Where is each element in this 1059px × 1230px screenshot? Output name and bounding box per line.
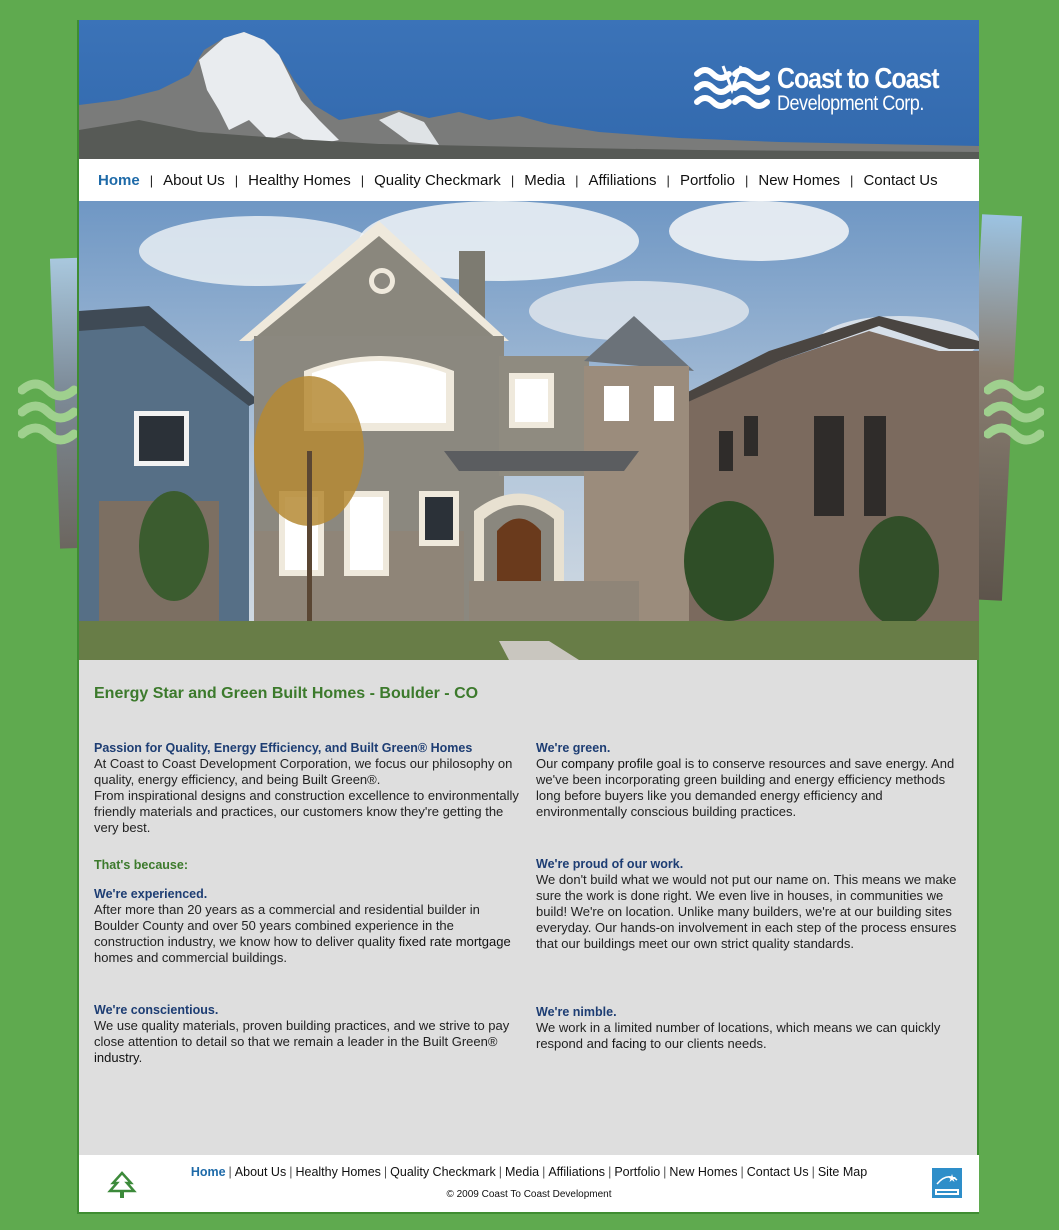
footer-link-new-homes[interactable]: New Homes bbox=[669, 1165, 737, 1179]
brand-logo[interactable]: Coast to Coast Development Corp. bbox=[693, 62, 965, 118]
passion-paragraph-1: At Coast to Coast Development Corporatio… bbox=[94, 756, 513, 787]
conscientious-heading: We're conscientious. bbox=[94, 1003, 219, 1017]
footer-link-home[interactable]: Home bbox=[191, 1165, 226, 1179]
footer-link-healthy-homes[interactable]: Healthy Homes bbox=[295, 1165, 380, 1179]
page-container: Coast to Coast Development Corp. Home | … bbox=[77, 20, 979, 1214]
proud-heading: We're proud of our work. bbox=[536, 857, 684, 871]
nav-healthy-homes[interactable]: Healthy Homes bbox=[248, 172, 351, 189]
page-title: Energy Star and Green Built Homes - Boul… bbox=[94, 685, 479, 702]
main-content: Energy Star and Green Built Homes - Boul… bbox=[79, 660, 979, 1155]
conscientious-section: We're conscientious. We use quality mate… bbox=[94, 1002, 524, 1066]
nav-separator: | bbox=[149, 172, 154, 188]
footer-link-contact-us[interactable]: Contact Us bbox=[747, 1165, 809, 1179]
because-section: That's because: bbox=[94, 857, 524, 873]
nav-affiliations[interactable]: Affiliations bbox=[588, 172, 656, 189]
brand-name: Coast to Coast bbox=[777, 63, 940, 95]
because-heading: That's because: bbox=[94, 858, 188, 872]
conscientious-text: We use quality materials, proven buildin… bbox=[94, 1018, 510, 1065]
footer-nav: Home | About Us | Healthy Homes | Quality Chec… bbox=[190, 1165, 868, 1179]
nav-contact-us[interactable]: Contact Us bbox=[863, 172, 937, 189]
passion-section: Passion for Quality, Energy Efficiency, … bbox=[94, 740, 524, 836]
nimble-heading: We're nimble. bbox=[536, 1005, 617, 1019]
experienced-text: After more than 20 years as a commercial… bbox=[94, 902, 511, 965]
footer-link-about-us[interactable]: About Us bbox=[235, 1165, 286, 1179]
energy-star-icon bbox=[932, 1168, 962, 1198]
main-nav: Home | About Us | Healthy Homes | Qualit… bbox=[79, 159, 979, 201]
green-heading: We're green. bbox=[536, 741, 611, 755]
coast-to-coast-wave-logo-icon bbox=[694, 65, 771, 109]
nav-portfolio[interactable]: Portfolio bbox=[680, 172, 735, 189]
footer-link-portfolio[interactable]: Portfolio bbox=[614, 1165, 660, 1179]
experienced-heading: We're experienced. bbox=[94, 887, 208, 901]
nimble-text: We work in a limited number of locations… bbox=[536, 1020, 941, 1051]
fixed-rate-mortgage-link[interactable]: fixed rate mortgage bbox=[399, 934, 511, 949]
green-section: We're green. Our company profile goal is… bbox=[536, 740, 966, 820]
wave-icon bbox=[984, 379, 1044, 445]
company-profile-link[interactable]: company profile bbox=[561, 756, 653, 771]
nav-separator: | bbox=[744, 172, 749, 188]
nav-separator: | bbox=[360, 172, 365, 188]
footer-link-quality-checkmark[interactable]: Quality Checkmark bbox=[390, 1165, 496, 1179]
footer-link-site-map[interactable]: Site Map bbox=[818, 1165, 867, 1179]
footer-link-affiliations[interactable]: Affiliations bbox=[548, 1165, 605, 1179]
wave-icon bbox=[18, 379, 78, 445]
passion-paragraph-2: From inspirational designs and construct… bbox=[94, 788, 519, 835]
copyright: © 2009 Coast To Coast Development bbox=[446, 1189, 612, 1200]
nav-separator: | bbox=[850, 172, 854, 188]
nav-quality-checkmark[interactable]: Quality Checkmark bbox=[374, 172, 501, 189]
brand-subtitle: Development Corp. bbox=[777, 92, 924, 115]
nav-about-us[interactable]: About Us bbox=[163, 172, 225, 189]
footer-link-media[interactable]: Media bbox=[505, 1165, 539, 1179]
nav-new-homes[interactable]: New Homes bbox=[758, 172, 840, 189]
nav-separator: | bbox=[234, 172, 239, 188]
site-header: Coast to Coast Development Corp. bbox=[79, 20, 979, 159]
proud-section: We're proud of our work. We don't build … bbox=[536, 856, 966, 952]
passion-heading: Passion for Quality, Energy Efficiency, … bbox=[94, 741, 473, 755]
nav-home[interactable]: Home bbox=[98, 172, 140, 189]
industry-link[interactable]: industry bbox=[94, 1050, 139, 1065]
site-footer: Home | About Us | Healthy Homes | Quality Chec… bbox=[79, 1155, 979, 1212]
proud-text: We don't build what we would not put our… bbox=[536, 872, 957, 951]
hero-house-image bbox=[79, 201, 979, 660]
nimble-section: We're nimble. We work in a limited numbe… bbox=[536, 1004, 966, 1052]
nav-media[interactable]: Media bbox=[524, 172, 565, 189]
nav-separator: | bbox=[575, 172, 579, 188]
nav-separator: | bbox=[510, 172, 515, 188]
facing-link[interactable]: facing bbox=[612, 1036, 647, 1051]
green-text: Our company profile goal is to conserve … bbox=[536, 756, 955, 819]
nav-separator: | bbox=[666, 172, 670, 188]
experienced-section: We're experienced. After more than 20 ye… bbox=[94, 886, 524, 966]
